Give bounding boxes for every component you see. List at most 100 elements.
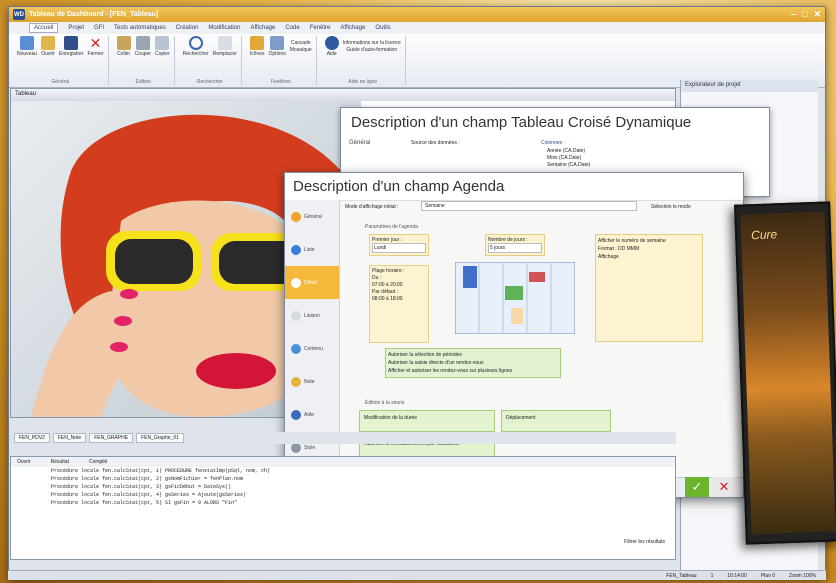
open-button[interactable]: Ouvrir [41, 36, 56, 57]
phone-mockup: Cure [734, 201, 836, 545]
copy-button[interactable]: Copier [155, 36, 170, 57]
pivot-columns-label: Colonnes : [541, 140, 565, 146]
code-row[interactable]: Procédure locale fen.calcStat(cpt, 3) gs… [11, 483, 675, 491]
first-day-box: Premier jour : Lundi [369, 234, 429, 256]
new-button[interactable]: Nouveau [17, 36, 37, 57]
maximize-button[interactable]: □ [802, 9, 807, 20]
pivot-column-item[interactable]: Année (CA.Date) [547, 148, 590, 155]
ribbon-group-edition: Coller Couper Copier Édition [113, 36, 175, 85]
tab-creation[interactable]: Création [176, 25, 199, 31]
modify-duration-check[interactable]: Modification de la durée [359, 410, 495, 432]
tab-fenetre[interactable]: Fenêtre [310, 25, 331, 31]
replace-button[interactable]: Remplacer [213, 36, 237, 57]
doc-tab[interactable]: FEN_GRAPHE [89, 433, 134, 443]
doc-tab[interactable]: FEN_Note [52, 433, 87, 443]
cut-button[interactable]: Couper [135, 36, 151, 57]
cascade-button[interactable]: Cascade Mosaïque [290, 40, 312, 53]
tab-code[interactable]: Code [285, 25, 299, 31]
window-title: Tableau de Dashboard - [FEN_Tableau] [29, 11, 159, 18]
sidebar-item-note[interactable]: Note [285, 365, 339, 398]
save-button[interactable]: Enregistrer [59, 36, 83, 57]
agenda-dialog: Description d'un champ Agenda Général Li… [284, 172, 744, 498]
tab-tests[interactable]: Tests automatiques [114, 25, 166, 31]
pivot-source-label: Source des données : [411, 140, 460, 146]
ok-button[interactable]: ✓ [685, 477, 709, 497]
code-panel: Ouvrir Résultat Compilé Procédure locale… [10, 456, 676, 560]
sidebar-item-general[interactable]: Général [285, 200, 339, 233]
help-button[interactable]: Aide [324, 36, 339, 57]
edit-label: Édition à la souris [365, 400, 405, 406]
first-day-select[interactable]: Lundi [372, 243, 426, 253]
pivot-column-item[interactable]: Mois (CA.Date) [547, 155, 590, 162]
close-button[interactable]: ✕ [813, 9, 821, 20]
code-row[interactable]: Procédure locale fen.calcStat(cpt, 2) gs… [11, 475, 675, 483]
paste-button[interactable]: Coller [116, 36, 131, 57]
app-logo-icon: WD [13, 9, 25, 20]
doc-tab[interactable]: FEN_Graphe_01 [136, 433, 184, 443]
tab-accueil[interactable]: Accueil [29, 23, 59, 33]
tab-gfi[interactable]: GFI [94, 25, 104, 31]
multiline-check[interactable]: Afficher et autoriser les rendez-vous su… [388, 367, 558, 375]
project-explorer-title: Explorateur de projet [681, 80, 818, 92]
group-label: Rechercher [196, 79, 223, 85]
status-zoom: Zoom 100% [789, 572, 816, 579]
params-label: Paramètres de l'agenda [365, 224, 418, 230]
code-row[interactable]: Procédure locale fen.calcStat(cpt, 1) PR… [11, 467, 675, 475]
sidebar-item-aide[interactable]: Aide [285, 398, 339, 431]
status-bar: FEN_Tableau 1 10:14:00 Plan 0 Zoom 100% [8, 570, 826, 580]
code-row[interactable]: Procédure locale fen.calcStat(cpt, 4) gs… [11, 491, 675, 499]
document-tabs: FEN_PDV2 FEN_Note FEN_GRAPHE FEN_Graphe_… [10, 432, 676, 444]
sidebar-item-liste[interactable]: Liste [285, 233, 339, 266]
tab-affichage2[interactable]: Affichage [340, 25, 365, 31]
tab-modification[interactable]: Modification [208, 25, 240, 31]
doc-tab[interactable]: FEN_PDV2 [14, 433, 50, 443]
move-check[interactable]: Déplacement [501, 410, 611, 432]
right-options-box: Afficher le numéro de semaine Format : D… [595, 234, 703, 342]
new-icon [20, 36, 34, 50]
help-icon [291, 409, 301, 420]
group-label: Fenêtres [270, 79, 291, 85]
code-row[interactable]: Procédure locale fen.calcStat(cpt, 5) SI… [11, 499, 675, 507]
sidebar-item-detail[interactable]: Détail [285, 266, 339, 299]
week-number-check[interactable]: Afficher le numéro de semaine [598, 237, 700, 245]
allow-direct-entry-check[interactable]: Autoriser la saisie directe d'un rendez-… [388, 359, 558, 367]
format-field[interactable]: Format : DD MMM [598, 245, 700, 253]
sidebar-item-contenu[interactable]: Contenu [285, 332, 339, 365]
display-field[interactable]: Affichage [598, 253, 700, 261]
scissors-icon [135, 36, 150, 50]
save-icon [64, 36, 79, 50]
hours-box: Plage horaire : Du : 07:00 à 20:00 Par d… [369, 265, 429, 343]
pivot-general-tab[interactable]: Général [349, 140, 370, 146]
tab-outils[interactable]: Outils [375, 25, 390, 31]
content-icon [291, 343, 301, 354]
note-icon [291, 376, 301, 387]
tab-affichage[interactable]: Affichage [250, 25, 275, 31]
icons-button[interactable]: Icônes [250, 36, 265, 57]
license-info-button[interactable]: Informations sur la licence Guide d'auto-… [343, 40, 401, 53]
close-icon: ✕ [89, 35, 102, 51]
mode-select[interactable]: Semaine [421, 201, 637, 211]
replace-icon [217, 36, 232, 50]
status-line: 1 [710, 572, 714, 579]
day-count-box: Nombre de jours :5 jours [485, 234, 545, 256]
group-label: Édition [135, 79, 151, 85]
ribbon-group-help: Aide Informations sur la licence Guide d'… [321, 36, 406, 85]
cancel-button[interactable]: ✕ [711, 477, 737, 497]
sidebar-item-liaison[interactable]: Liaison [285, 299, 339, 332]
mode-check[interactable]: Sélection le mode [651, 204, 691, 210]
search-button[interactable]: Rechercher [183, 36, 209, 57]
minimize-button[interactable]: – [791, 9, 796, 20]
tab-projet[interactable]: Projet [68, 25, 84, 31]
mode-label: Mode d'affichage initial : [345, 204, 399, 210]
style-icon [291, 442, 301, 453]
pivot-column-item[interactable]: Semaine (CA.Date) [547, 162, 590, 169]
from-value[interactable]: 07:00 à 20:00 [372, 282, 426, 289]
filter-results[interactable]: Filtrer les résultats [624, 539, 665, 545]
allow-selection-check[interactable]: Autoriser la sélection de périodes [388, 351, 558, 359]
day-count-select[interactable]: 5 jours [488, 243, 542, 253]
phone-brand: Cure [750, 227, 778, 243]
options-button[interactable]: Options [269, 36, 286, 57]
ribbon-group-search: Rechercher Remplacer Rechercher [179, 36, 242, 85]
close-doc-button[interactable]: ✕ Fermer [87, 36, 103, 57]
to-value[interactable]: 08:00 à 18:00 [372, 296, 426, 303]
